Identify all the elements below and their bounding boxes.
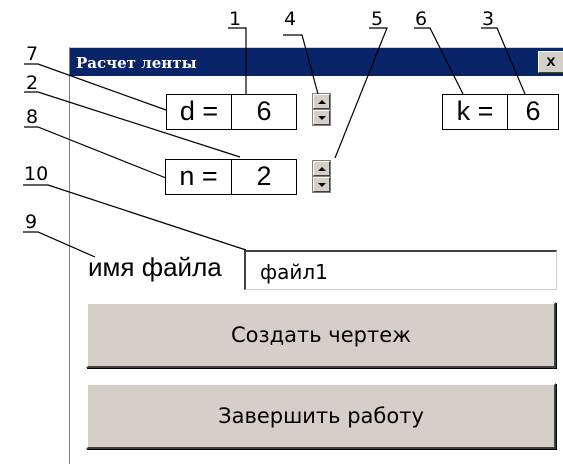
callout-number-6: 6 [415, 8, 427, 30]
callout-leader-4 [283, 34, 319, 95]
callout-number-2: 2 [26, 72, 38, 94]
callout-leader-6 [414, 27, 464, 95]
callout-number-7: 7 [26, 43, 38, 65]
callout-number-4: 4 [284, 8, 296, 30]
callout-number-10: 10 [24, 163, 48, 185]
callout-number-9: 9 [25, 211, 37, 233]
callout-number-8: 8 [26, 106, 38, 128]
callout-number-5: 5 [371, 8, 383, 30]
callout-leader-9 [23, 231, 96, 258]
callout-leader-2 [24, 91, 241, 158]
callout-leader-7 [24, 63, 167, 111]
callout-number-3: 3 [482, 8, 494, 30]
callout-number-1: 1 [229, 8, 241, 30]
callout-leader-3 [481, 27, 526, 95]
callout-leader-5 [334, 27, 388, 159]
callout-leader-1 [228, 27, 247, 94]
callout-layer: 1 2 3 4 5 6 7 8 9 10 [23, 8, 526, 258]
